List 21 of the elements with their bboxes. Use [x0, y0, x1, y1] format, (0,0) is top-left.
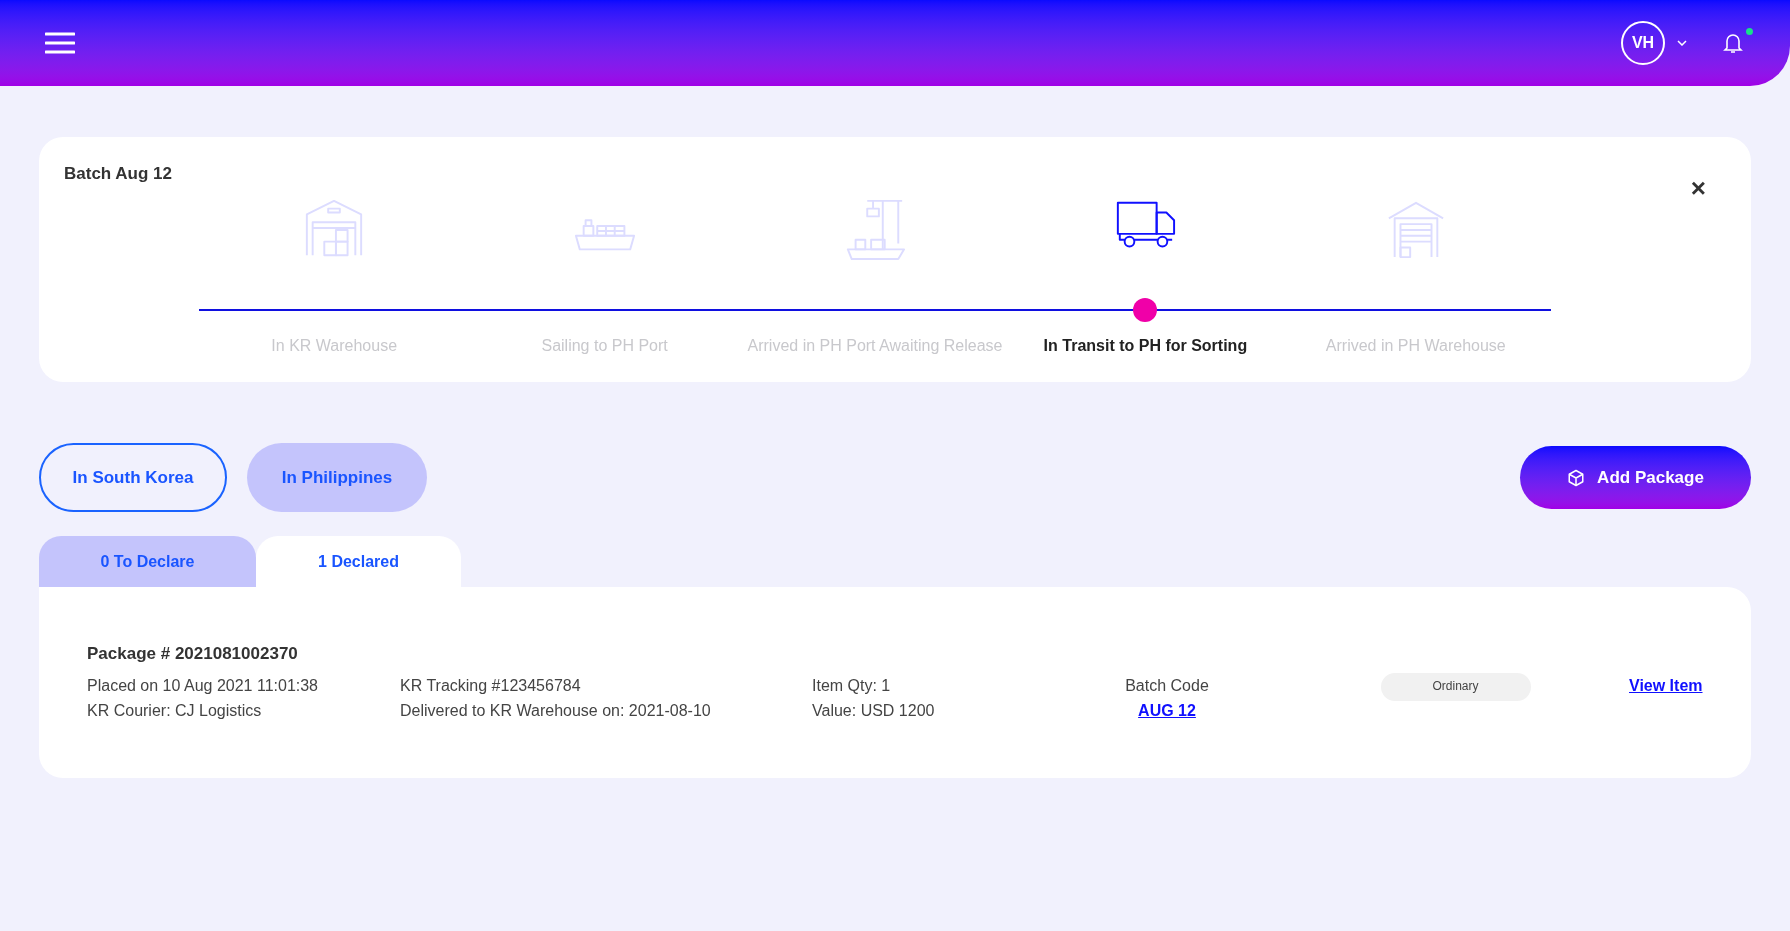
declare-tab[interactable]: 1 Declared: [256, 536, 461, 587]
user-avatar[interactable]: VH: [1621, 21, 1665, 65]
batch-title: Batch Aug 12: [64, 163, 172, 185]
menu-icon[interactable]: [45, 32, 75, 54]
location-filter[interactable]: In South Korea: [39, 443, 227, 512]
placed-date: Placed on 10 Aug 2021 11:01:38: [87, 675, 319, 696]
courier-text: KR Courier: CJ Logistics: [87, 700, 263, 721]
batch-code-label: Batch Code: [1125, 675, 1209, 696]
batch-code-link[interactable]: AUG 12: [1138, 697, 1196, 723]
view-item-link[interactable]: View Item: [1629, 672, 1703, 698]
close-button[interactable]: ×: [1690, 175, 1706, 201]
step-label: In Transit to PH for Sorting: [1043, 336, 1248, 356]
add-package-button[interactable]: Add Package: [1520, 446, 1751, 509]
delivered-date: Delivered to KR Warehouse on: 2021-08-10: [400, 700, 712, 721]
item-value: Value: USD 1200: [812, 700, 936, 721]
package-title: Package # 2021081002370: [87, 643, 299, 665]
package-type-badge: Ordinary: [1380, 672, 1531, 701]
item-quantity: Item Qty: 1: [812, 675, 892, 696]
chevron-down-icon[interactable]: [1677, 40, 1687, 46]
box-icon: [1567, 468, 1586, 487]
tracking-number: KR Tracking #123456784: [400, 675, 582, 696]
